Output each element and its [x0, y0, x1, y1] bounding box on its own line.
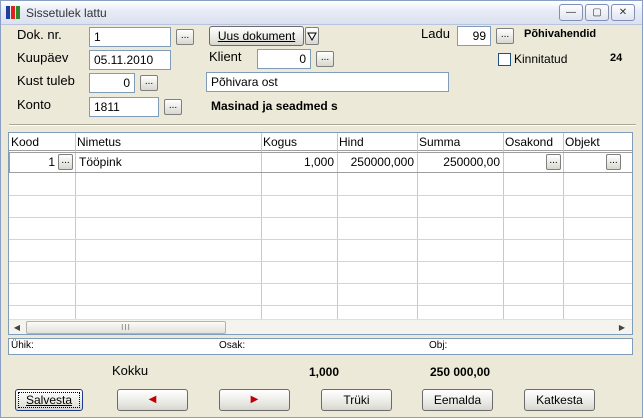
app-icon — [6, 6, 20, 19]
ladu-lookup-button[interactable]: ... — [496, 28, 514, 44]
close-button[interactable]: ✕ — [611, 4, 635, 21]
title-bar[interactable]: Sissetulek lattu — ▢ ✕ — [1, 1, 642, 25]
grid-line — [9, 239, 632, 240]
total-kogus: 1,000 — [309, 365, 340, 379]
minimize-button[interactable]: — — [559, 4, 583, 21]
kust-tuleb-label: Kust tuleb — [17, 73, 75, 88]
close-icon: ✕ — [618, 7, 628, 18]
sissetulek-window: Sissetulek lattu — ▢ ✕ Dok. nr. 1 ... Ku… — [0, 0, 643, 418]
info-bar: Ühik: Osak: Obj: — [8, 338, 633, 355]
osak-label: Osak: — [219, 340, 246, 351]
truki-button[interactable]: Trüki — [321, 389, 392, 411]
col-header-kogus[interactable]: Kogus — [261, 133, 337, 151]
maximize-icon: ▢ — [592, 7, 602, 18]
scroll-left-icon[interactable]: ◀ — [10, 321, 24, 334]
dok-nr-field[interactable]: 1 — [89, 27, 171, 47]
col-header-nimetus[interactable]: Nimetus — [75, 133, 261, 151]
uus-dokument-dropdown-button[interactable] — [305, 27, 319, 45]
uus-dokument-button[interactable]: Uus dokument — [209, 26, 304, 46]
kuupaev-field[interactable]: 05.11.2010 — [89, 50, 171, 70]
klient-field[interactable]: 0 — [257, 49, 311, 69]
col-header-kood[interactable]: Kood — [9, 133, 75, 151]
kood-lookup-button[interactable]: ... — [58, 154, 73, 170]
grid-line — [9, 305, 632, 306]
arrow-left-icon: ◀ — [148, 394, 157, 405]
col-header-hind[interactable]: Hind — [337, 133, 417, 151]
ladu-field[interactable]: 99 — [457, 26, 491, 46]
kinnitatud-checkbox[interactable] — [498, 53, 511, 66]
grid-line — [9, 261, 632, 262]
scrollbar-thumb[interactable]: III — [26, 321, 226, 334]
salvesta-button[interactable]: Salvesta — [15, 389, 83, 411]
ladu-description: Põhivahendid — [524, 28, 597, 40]
kuupaev-label: Kuupäev — [17, 50, 69, 65]
next-button[interactable]: ▶ — [219, 389, 290, 411]
osakond-lookup-button[interactable]: ... — [546, 154, 561, 170]
grid-line — [9, 217, 632, 218]
total-summa: 250 000,00 — [430, 365, 491, 379]
klient-lookup-button[interactable]: ... — [316, 51, 334, 67]
objekt-lookup-button[interactable]: ... — [606, 154, 621, 170]
kust-tuleb-field[interactable]: 0 — [89, 73, 135, 93]
dok-nr-lookup-button[interactable]: ... — [176, 29, 194, 45]
ladu-label: Ladu — [421, 26, 450, 41]
cell-nimetus[interactable]: Tööpink — [79, 152, 259, 172]
klient-label: Klient — [209, 49, 242, 64]
obj-label: Obj: — [429, 340, 448, 351]
konto-description: Masinad ja seadmed s — [211, 99, 338, 113]
cell-kood[interactable]: 1 — [9, 152, 55, 172]
window-title: Sissetulek lattu — [26, 6, 107, 20]
col-header-osakond[interactable]: Osakond — [503, 133, 563, 151]
selgitus-field[interactable]: Põhivara ost — [206, 72, 449, 92]
cell-hind[interactable]: 250000,000 — [337, 152, 414, 172]
previous-button[interactable]: ◀ — [117, 389, 188, 411]
konto-lookup-button[interactable]: ... — [164, 99, 182, 115]
konto-label: Konto — [17, 97, 51, 112]
kinnitatud-count: 24 — [610, 52, 623, 64]
header-separator — [9, 124, 636, 126]
triangle-down-icon — [307, 32, 317, 42]
col-header-objekt[interactable]: Objekt — [563, 133, 632, 151]
horizontal-scrollbar[interactable]: ◀ III ▶ — [9, 319, 632, 334]
items-grid[interactable]: Kood Nimetus Kogus Hind Summa Osakond Ob… — [8, 132, 633, 335]
katkesta-button[interactable]: Katkesta — [524, 389, 595, 411]
minimize-icon: — — [566, 7, 576, 18]
cell-kogus[interactable]: 1,000 — [261, 152, 334, 172]
grid-line — [9, 283, 632, 284]
maximize-button[interactable]: ▢ — [585, 4, 609, 21]
scroll-right-icon[interactable]: ▶ — [615, 321, 629, 334]
col-header-summa[interactable]: Summa — [417, 133, 503, 151]
dok-nr-label: Dok. nr. — [17, 27, 62, 42]
arrow-right-icon: ▶ — [250, 394, 259, 405]
kokku-label: Kokku — [112, 363, 149, 378]
kust-tuleb-lookup-button[interactable]: ... — [140, 75, 158, 91]
kinnitatud-label: Kinnitatud — [514, 52, 568, 66]
cell-summa[interactable]: 250000,00 — [417, 152, 500, 172]
uhik-label: Ühik: — [11, 340, 34, 351]
konto-field[interactable]: 1811 — [89, 97, 159, 117]
grid-line — [9, 195, 632, 196]
eemalda-button[interactable]: Eemalda — [422, 389, 493, 411]
